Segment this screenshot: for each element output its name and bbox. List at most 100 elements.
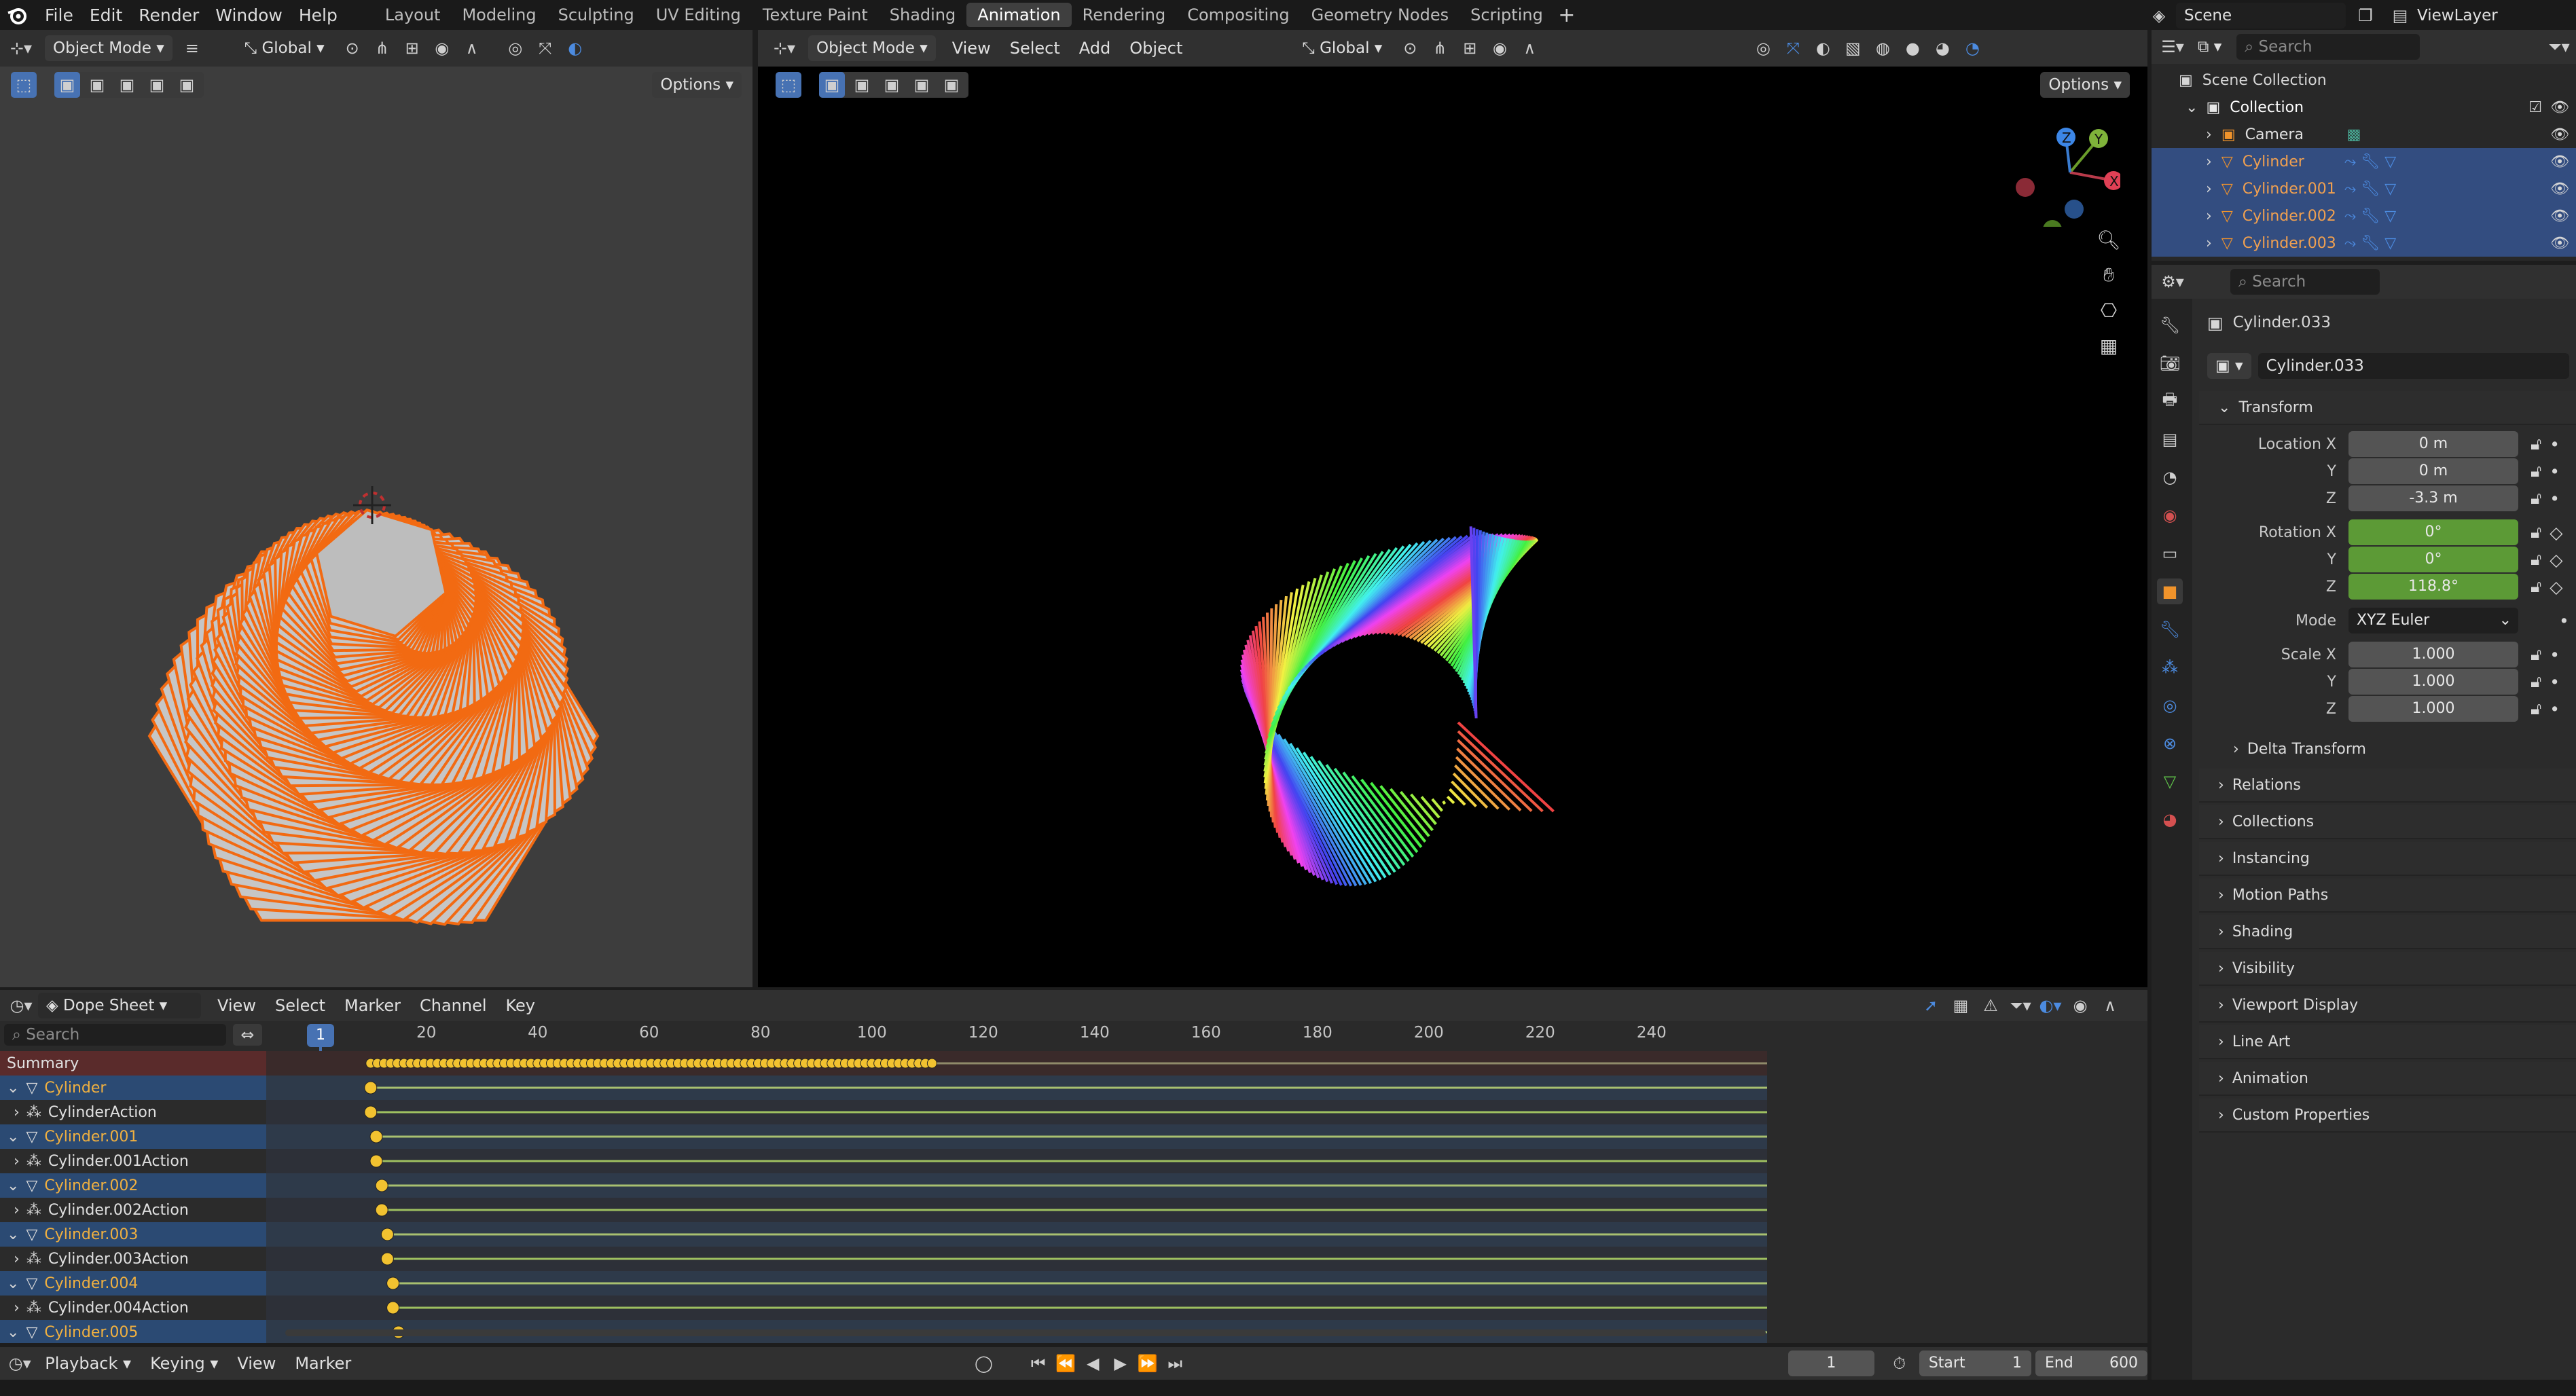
timeline-type-icon[interactable]: ◷▾ — [8, 1351, 31, 1376]
data-tab-icon[interactable]: ▽ — [2157, 769, 2183, 794]
tab-sculpting[interactable]: Sculpting — [547, 3, 645, 27]
tab-geometry-nodes[interactable]: Geometry Nodes — [1301, 3, 1459, 27]
ds-menu-view[interactable]: View — [208, 996, 266, 1015]
expand-icon[interactable]: › — [14, 1251, 20, 1268]
outliner-eye-icon[interactable]: 👁︎ — [2550, 153, 2569, 170]
scale-x-field[interactable]: 1.000 — [2348, 642, 2518, 667]
action-channel[interactable]: › ⁂ Cylinder.004Action — [0, 1296, 266, 1320]
collection-expand-icon[interactable]: ⌄ — [2185, 99, 2198, 116]
menu-file[interactable]: File — [37, 5, 81, 25]
keyframe-dot-icon[interactable]: • — [2559, 611, 2569, 631]
tab-animation[interactable]: Animation — [966, 3, 1072, 27]
expand-icon[interactable]: › — [2206, 181, 2212, 198]
object-channel[interactable]: ⌄ ▽ Cylinder — [0, 1076, 266, 1100]
swap-icon[interactable]: ⇔ — [232, 1024, 262, 1046]
outliner-display-mode[interactable]: ⧉ ▾ — [2190, 34, 2230, 60]
rotation-y-field[interactable]: 0° — [2348, 547, 2518, 572]
panel-header[interactable]: › Viewport Display — [2199, 989, 2576, 1023]
axis-neg-y-icon[interactable] — [2043, 220, 2062, 227]
keyframe[interactable] — [369, 1130, 383, 1143]
lock-icon[interactable]: 🔓︎ — [2530, 488, 2541, 509]
collapse-icon[interactable]: ⌄ — [7, 1080, 19, 1097]
prev-key-icon[interactable]: ⏪ — [1054, 1351, 1077, 1376]
ds-filter-icon[interactable]: ⏷▾ — [2008, 993, 2033, 1018]
outliner-item[interactable]: › ▽ Cylinder ⤳ 🔧︎ ▽ 👁︎ — [2152, 148, 2576, 175]
tab-shading[interactable]: Shading — [879, 3, 967, 27]
panel-header[interactable]: › Line Art — [2199, 1025, 2576, 1059]
end-frame-field[interactable]: End 600 — [2035, 1351, 2148, 1376]
keyframe[interactable] — [375, 1179, 388, 1192]
jump-end-icon[interactable]: ⏭ — [1163, 1351, 1186, 1376]
tool-tab-icon[interactable]: 🔧︎ — [2157, 312, 2183, 338]
collapse-icon[interactable]: ⌄ — [7, 1128, 19, 1145]
main-viewport[interactable]: ⊹▾ Object Mode ▾ View Select Add Object … — [758, 30, 2147, 987]
object-channel[interactable]: ⌄ ▽ Cylinder.002 — [0, 1173, 266, 1198]
lock-icon[interactable]: 🔓︎ — [2530, 522, 2541, 543]
menu-edit[interactable]: Edit — [81, 5, 130, 25]
frame-ruler[interactable]: 20 40 60 80 100 120 140 160 180 200 220 240 — [266, 1024, 2147, 1048]
outliner-eye-icon[interactable]: 👁︎ — [2550, 208, 2569, 225]
collapse-icon[interactable]: ⌄ — [7, 1177, 19, 1194]
only-errors-icon[interactable]: ⚠ — [1978, 993, 2003, 1018]
expand-icon[interactable]: › — [2206, 235, 2212, 252]
expand-icon[interactable]: › — [14, 1153, 20, 1170]
keyframe-diamond-icon[interactable]: ◇ — [2550, 577, 2562, 597]
summary-keyframe[interactable] — [926, 1058, 937, 1069]
jump-start-icon[interactable]: ⏮ — [1027, 1351, 1050, 1376]
outliner-eye-icon[interactable]: 👁︎ — [2550, 126, 2569, 143]
lock-icon[interactable]: 🔓︎ — [2530, 549, 2541, 570]
location-y-field[interactable]: 0 m — [2348, 458, 2518, 484]
expand-icon[interactable]: › — [2206, 153, 2212, 170]
action-channel[interactable]: › ⁂ CylinderAction — [0, 1100, 266, 1124]
tl-menu-view[interactable]: View — [228, 1354, 285, 1373]
location-x-field[interactable]: 0 m — [2348, 431, 2518, 457]
object-tab-icon[interactable]: ■ — [2157, 578, 2183, 604]
keyframe-dot-icon[interactable]: • — [2550, 699, 2560, 719]
world-tab-icon[interactable]: ◉ — [2157, 502, 2183, 528]
axis-neg-z-icon[interactable] — [2065, 200, 2084, 219]
scene-collection-row[interactable]: ▣ Scene Collection — [2152, 67, 2576, 94]
lock-icon[interactable]: 🔓︎ — [2530, 699, 2541, 719]
collection-row[interactable]: ⌄ ▣ Collection ☑ 👁︎ — [2152, 94, 2576, 121]
tab-modeling[interactable]: Modeling — [451, 3, 547, 27]
dope-sheet-type-icon[interactable]: ◷▾ — [8, 993, 34, 1018]
outliner-eye-icon[interactable]: 👁︎ — [2550, 181, 2569, 198]
summary-channel[interactable]: Summary — [0, 1051, 266, 1076]
keyframe-dot-icon[interactable]: • — [2550, 672, 2560, 692]
pan-hand-icon[interactable]: ✋︎ — [2096, 262, 2122, 288]
object-name-field[interactable]: Cylinder.033 — [2257, 353, 2569, 379]
panel-header[interactable]: › Collections — [2199, 805, 2576, 839]
menu-render[interactable]: Render — [130, 5, 207, 25]
camera-data-icon[interactable]: ▩ — [2347, 126, 2361, 143]
action-channel[interactable]: › ⁂ Cylinder.002Action — [0, 1198, 266, 1222]
outliner-item[interactable]: › ▽ Cylinder.001 ⤳ 🔧︎ ▽ 👁︎ — [2152, 175, 2576, 202]
keyframe[interactable] — [364, 1081, 378, 1095]
scene-icon[interactable]: ◈ — [2146, 3, 2172, 29]
tab-scripting[interactable]: Scripting — [1459, 3, 1554, 27]
physics-tab-icon[interactable]: ◎ — [2157, 693, 2183, 718]
ds-scrollbar[interactable] — [285, 1329, 1766, 1336]
filter-icon[interactable]: ⏷▾ — [2546, 34, 2572, 60]
collection-eye-icon[interactable]: 👁︎ — [2550, 99, 2569, 116]
zoom-icon[interactable]: 🔍︎ — [2096, 227, 2122, 253]
navigation-gizmo[interactable]: Y X Z — [2012, 125, 2120, 227]
outliner-search[interactable]: ⌕ Search — [2236, 34, 2420, 60]
view-layer-field[interactable]: ViewLayer — [2417, 7, 2498, 24]
view-layer-icon[interactable]: ▤ — [2387, 3, 2413, 29]
left-viewport[interactable]: ⊹▾ Object Mode ▾ ≡ ⤡ Global ▾ ⊙ ⋔ ⊞ ◉ ∧ … — [0, 30, 752, 987]
expand-icon[interactable]: › — [14, 1104, 20, 1121]
add-workspace-icon[interactable]: + — [1554, 2, 1580, 28]
render-tab-icon[interactable]: 📷︎ — [2157, 350, 2183, 376]
only-selected-icon[interactable]: ➚ — [1918, 993, 1944, 1018]
tab-uv-editing[interactable]: UV Editing — [645, 3, 752, 27]
collapse-icon[interactable]: ⌄ — [7, 1324, 19, 1341]
axis-neg-x-icon[interactable] — [2016, 178, 2035, 197]
constraints-tab-icon[interactable]: ⊗ — [2157, 731, 2183, 756]
modifier-tab-icon[interactable]: 🔧︎ — [2157, 617, 2183, 642]
keyframe-diamond-icon[interactable]: ◇ — [2550, 523, 2562, 543]
stopwatch-icon[interactable]: ⏱ — [1888, 1351, 1911, 1376]
object-channel[interactable]: ⌄ ▽ Cylinder.003 — [0, 1222, 266, 1247]
menu-window[interactable]: Window — [207, 5, 291, 25]
next-key-icon[interactable]: ⏩ — [1136, 1351, 1159, 1376]
tab-rendering[interactable]: Rendering — [1072, 3, 1177, 27]
